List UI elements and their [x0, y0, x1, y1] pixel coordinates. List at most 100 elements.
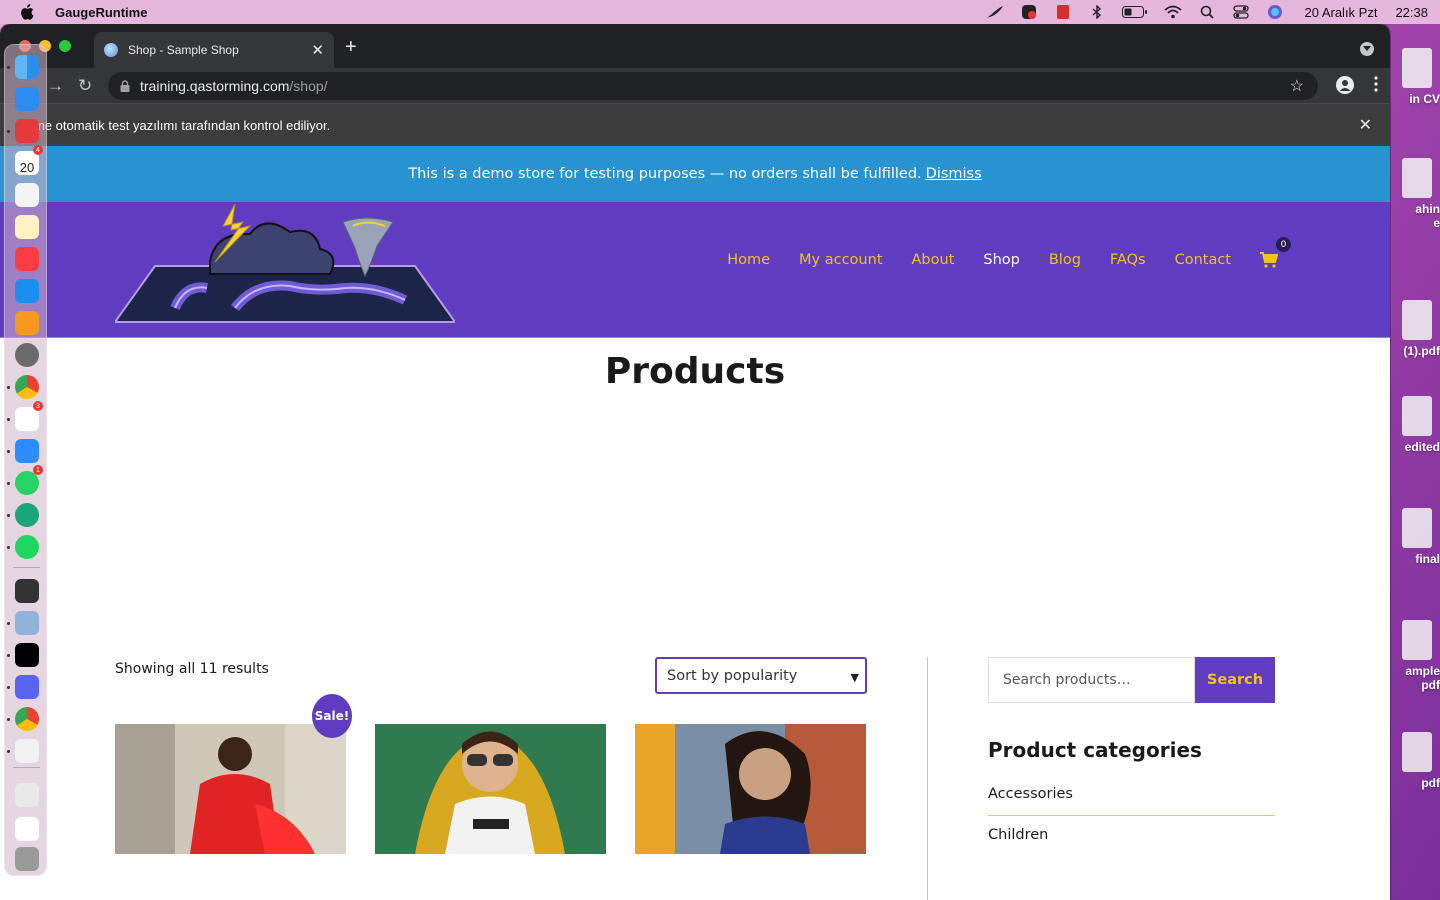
- sort-select[interactable]: Sort by popularity ▼: [655, 657, 867, 694]
- desktop-file[interactable]: ahin e: [1388, 158, 1440, 230]
- dismiss-link[interactable]: Dismiss: [926, 166, 982, 182]
- product-photo-sunglasses: [375, 724, 606, 854]
- siri-icon[interactable]: [1266, 5, 1284, 19]
- finder-icon[interactable]: [15, 55, 39, 79]
- nav-my-account[interactable]: My account: [799, 252, 882, 268]
- desktop-file[interactable]: pdf: [1388, 732, 1440, 790]
- nav-about[interactable]: About: [912, 252, 955, 268]
- nav-blog[interactable]: Blog: [1049, 252, 1081, 268]
- product-card-image[interactable]: [115, 724, 346, 854]
- result-count: Showing all 11 results: [115, 661, 269, 677]
- category-link-accessories[interactable]: Accessories: [988, 786, 1275, 802]
- music-icon[interactable]: [15, 247, 39, 271]
- browser-menu-icon[interactable]: [1374, 76, 1378, 99]
- profile-icon[interactable]: [1336, 76, 1354, 99]
- browser-tab-active[interactable]: Shop - Sample Shop ✕: [94, 32, 334, 68]
- desktop-file-label: edited: [1404, 440, 1440, 454]
- bluetooth-icon[interactable]: [1088, 5, 1106, 19]
- chrome-icon[interactable]: [15, 375, 39, 399]
- maximize-window-button[interactable]: [59, 40, 71, 52]
- system-preferences-icon[interactable]: [15, 343, 39, 367]
- tab-search-icon[interactable]: [1360, 42, 1374, 56]
- active-app-name[interactable]: GaugeRuntime: [55, 5, 147, 20]
- nav-contact[interactable]: Contact: [1175, 252, 1231, 268]
- desktop-file[interactable]: final: [1388, 508, 1440, 566]
- tab-title: Shop - Sample Shop: [128, 43, 239, 57]
- pages-icon[interactable]: [15, 311, 39, 335]
- desktop-file[interactable]: ample pdf: [1388, 620, 1440, 692]
- nav-home[interactable]: Home: [727, 252, 770, 268]
- reload-icon[interactable]: ↻: [78, 76, 92, 96]
- desktop-file-label: final: [1415, 552, 1440, 566]
- desktop-file[interactable]: (1).pdf: [1388, 300, 1440, 358]
- desktop-file-label: ahin e: [1415, 202, 1440, 230]
- new-tab-button[interactable]: +: [345, 36, 357, 59]
- url-path: /shop/: [289, 78, 328, 94]
- menubar-time[interactable]: 22:38: [1395, 5, 1428, 20]
- categories-heading: Product categories: [988, 738, 1202, 762]
- calendar-day: 20: [19, 160, 35, 175]
- desktop-file-label: pdf: [1421, 776, 1440, 790]
- close-tab-icon[interactable]: ✕: [311, 41, 324, 59]
- spotlight-search-icon[interactable]: [1198, 5, 1216, 19]
- quill-icon[interactable]: [986, 5, 1004, 19]
- product-card-image[interactable]: [635, 724, 866, 854]
- product-search-input[interactable]: Search products…: [988, 657, 1195, 703]
- web-page: This is a demo store for testing purpose…: [0, 146, 1390, 900]
- cart-button[interactable]: 0: [1260, 237, 1291, 268]
- bookmark-star-icon[interactable]: ☆: [1290, 76, 1304, 96]
- discord-icon[interactable]: [15, 675, 39, 699]
- notes-icon[interactable]: [15, 215, 39, 239]
- wifi-icon[interactable]: [1164, 5, 1183, 19]
- tab-strip: Shop - Sample Shop ✕ +: [0, 24, 1390, 68]
- browser-window: Shop - Sample Shop ✕ + → ↻ training.qast…: [0, 24, 1390, 900]
- address-bar[interactable]: training.qastorming.com/shop/ ☆: [108, 72, 1318, 100]
- nav-shop[interactable]: Shop: [983, 252, 1019, 268]
- intellij-icon[interactable]: [15, 643, 39, 667]
- sale-badge: Sale!: [312, 694, 352, 738]
- desktop-file[interactable]: in CV: [1388, 48, 1440, 106]
- pdf-app-icon[interactable]: [1054, 5, 1072, 19]
- keynote-icon[interactable]: [15, 279, 39, 303]
- whatsapp-badge: 1: [33, 465, 43, 475]
- menubar-date[interactable]: 20 Aralık Pzt: [1304, 5, 1377, 20]
- trash-icon[interactable]: [15, 847, 39, 871]
- forward-arrow-icon[interactable]: →: [47, 76, 64, 96]
- lock-icon: [120, 80, 130, 92]
- mac-dock: 20 4 3 1: [4, 44, 47, 876]
- battery-icon[interactable]: [1122, 5, 1148, 19]
- browser-window-thumbnail-icon[interactable]: [15, 817, 39, 841]
- java-icon[interactable]: [15, 739, 39, 763]
- control-center-icon[interactable]: [1232, 5, 1250, 19]
- close-infobar-icon[interactable]: ✕: [1359, 115, 1372, 135]
- desktop-file[interactable]: edited: [1388, 396, 1440, 454]
- search-button[interactable]: Search: [1195, 657, 1275, 703]
- category-link-children[interactable]: Children: [988, 827, 1275, 843]
- product-card-image[interactable]: [375, 724, 606, 854]
- spotify-icon[interactable]: [15, 535, 39, 559]
- site-header: Home My account About Shop Blog FAQs Con…: [0, 202, 1390, 338]
- zoom-icon[interactable]: [15, 439, 39, 463]
- product-photo-smiling-woman: [635, 724, 866, 854]
- nav-faqs[interactable]: FAQs: [1110, 252, 1146, 268]
- sort-selected-value: Sort by popularity: [667, 667, 798, 684]
- chat-app-icon[interactable]: [15, 503, 39, 527]
- calendar-badge: 4: [33, 145, 43, 155]
- mail-icon[interactable]: [15, 87, 39, 111]
- product-photo-red-dress: [115, 724, 346, 854]
- preview-icon[interactable]: [15, 611, 39, 635]
- main-navigation: Home My account About Shop Blog FAQs Con…: [727, 237, 1291, 268]
- reminders-icon[interactable]: [15, 183, 39, 207]
- github-desktop-icon[interactable]: [15, 579, 39, 603]
- cart-count-badge: 0: [1276, 237, 1291, 252]
- document-icon[interactable]: [15, 783, 39, 807]
- url-host: training.qastorming.com: [140, 78, 290, 94]
- automation-infobar: me otomatik test yazılımı tarafından kon…: [0, 103, 1390, 146]
- mac-menu-bar: GaugeRuntime 20 Aralık Pzt 22:38: [0, 0, 1440, 24]
- antivirus-icon[interactable]: [1020, 5, 1038, 19]
- email-client-icon[interactable]: [15, 119, 39, 143]
- apple-icon[interactable]: [19, 4, 35, 20]
- slack-badge: 3: [33, 401, 43, 411]
- chrome-icon[interactable]: [15, 707, 39, 731]
- qa-storming-logo[interactable]: [115, 204, 455, 324]
